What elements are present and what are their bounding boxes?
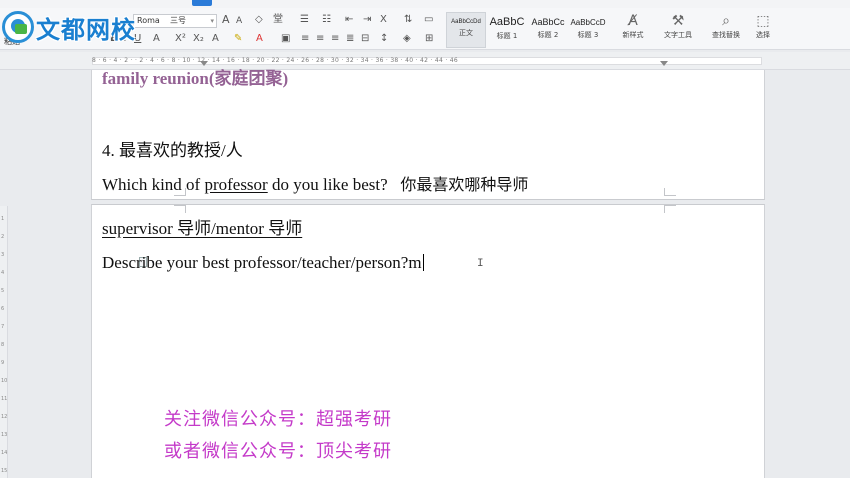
increase-indent-icon[interactable]: ⇥ [363, 14, 371, 26]
strikethrough-icon[interactable]: A [153, 33, 160, 45]
section-heading[interactable]: 4. 最喜欢的教授/人 [102, 136, 243, 161]
wendu-logo-icon [2, 11, 34, 43]
right-indent-marker[interactable] [660, 61, 668, 66]
align-center-icon[interactable]: ≡ [316, 33, 324, 45]
style-normal[interactable]: AaBbCcDd 正文 [446, 12, 486, 48]
text-effect-icon[interactable]: A [212, 33, 219, 45]
wendu-logo: 文都网校 [2, 10, 136, 44]
select-label: 选择 [756, 31, 770, 39]
show-marks-icon[interactable]: ▭ [424, 14, 433, 26]
text-tools-icon: ⚒ [671, 13, 685, 29]
vertical-ruler[interactable]: 1 2 3 4 5 6 7 8 9 10 11 12 13 14 15 [0, 206, 8, 478]
vocabulary-line[interactable]: supervisor 导师/mentor 导师 [102, 214, 302, 239]
vruler-mark: 6 [1, 306, 5, 312]
style-heading-3-label: 标题 3 [577, 31, 599, 39]
font-shrink-button[interactable]: A [236, 15, 242, 27]
vruler-mark: 5 [1, 288, 5, 294]
vruler-mark: 14 [1, 450, 8, 456]
sort-icon[interactable]: ⇅ [404, 14, 412, 26]
cut-off-text-line: family reunion(家庭团聚) [102, 69, 289, 88]
new-style-label: 新样式 [622, 31, 644, 39]
line-spacing-icon[interactable]: ↕ [380, 33, 388, 45]
question-suffix: do you like best? [267, 175, 388, 194]
vruler-mark: 8 [1, 342, 5, 348]
wechat-promo-line-2: 或者微信公众号：顶尖考研 [164, 441, 392, 462]
vruler-mark: 2 [1, 234, 5, 240]
question-translation: 你最喜欢哪种导师 [400, 175, 529, 194]
find-replace-label: 查找替换 [712, 31, 740, 39]
highlight-icon[interactable]: ✎ [234, 33, 242, 45]
align-right-icon[interactable]: ≡ [331, 33, 339, 45]
question-underlined-word: professor [204, 175, 268, 194]
vruler-mark: 13 [1, 432, 8, 438]
vruler-mark: 4 [1, 270, 5, 276]
text-tools-button[interactable]: ⚒ 文字工具 [658, 12, 698, 40]
align-left-icon[interactable]: ≡ [301, 33, 309, 45]
question-line[interactable]: Which kind of professor do you like best… [102, 171, 528, 195]
vruler-mark: 3 [1, 252, 5, 258]
menu-bar [0, 0, 850, 8]
style-normal-sample: AaBbCcDd [451, 19, 481, 25]
style-heading-2[interactable]: AaBbCc 标题 2 [528, 12, 568, 48]
vruler-mark: 10 [1, 378, 8, 384]
new-style-icon: A̸ [628, 13, 638, 29]
numbered-list-icon[interactable]: ☷ [322, 14, 331, 26]
select-button[interactable]: ⬚ 选择 [750, 12, 776, 40]
page-corner-mark [664, 188, 676, 196]
describe-text: Describe your best professor/teacher/per… [102, 253, 422, 272]
chevron-down-icon[interactable]: ▾ [210, 15, 214, 27]
wechat-promo-line-1: 关注微信公众号：超强考研 [164, 409, 392, 430]
tab-start-active[interactable] [192, 0, 212, 6]
font-name-combo[interactable]: Roma 三号 ▾ [133, 14, 217, 28]
style-heading-2-sample: AaBbCc [531, 17, 565, 27]
page-corner-mark [174, 205, 186, 213]
document-canvas: family reunion(家庭团聚) 4. 最喜欢的教授/人 Which k… [0, 69, 850, 478]
style-normal-label: 正文 [459, 29, 473, 37]
vruler-mark: 12 [1, 414, 8, 420]
decrease-indent-icon[interactable]: ⇤ [345, 14, 353, 26]
vruler-mark: 1 [1, 216, 5, 222]
char-border-icon[interactable]: ▣ [281, 33, 290, 45]
style-heading-1-label: 标题 1 [496, 32, 518, 40]
style-heading-3-sample: AaBbCcD [570, 18, 606, 27]
question-prefix: Which kind of [102, 175, 205, 194]
vruler-mark: 11 [1, 396, 8, 402]
search-icon: ⌕ [722, 13, 730, 29]
page-corner-mark [664, 205, 676, 213]
new-style-button[interactable]: A̸ 新样式 [616, 12, 650, 40]
style-heading-1-sample: AaBbC [489, 16, 525, 28]
style-heading-2-label: 标题 2 [537, 31, 559, 39]
justify-icon[interactable]: ≣ [346, 33, 354, 45]
vruler-mark: 7 [1, 324, 5, 330]
styles-gallery: AaBbCcDd 正文 AaBbC 标题 1 AaBbCc 标题 2 AaBbC… [446, 12, 608, 48]
borders-icon[interactable]: ⊞ [425, 33, 433, 45]
font-grow-button[interactable]: A [222, 14, 230, 26]
style-heading-3[interactable]: AaBbCcD 标题 3 [568, 12, 608, 48]
subscript-icon[interactable]: X₂ [193, 33, 204, 45]
mouse-ibeam-cursor: I [477, 258, 484, 270]
chinese-layout-icon[interactable]: X [380, 14, 387, 26]
select-icon: ⬚ [756, 13, 770, 29]
text-cursor [422, 254, 424, 271]
shading-icon[interactable]: ◈ [403, 33, 411, 45]
phonetic-icon[interactable]: 堂 [273, 14, 283, 26]
clear-format-icon[interactable]: ◇ [255, 14, 263, 26]
wendu-logo-text: 文都网校 [36, 15, 136, 44]
font-color-icon[interactable]: A [256, 33, 263, 45]
superscript-icon[interactable]: X² [175, 33, 186, 45]
style-heading-1[interactable]: AaBbC 标题 1 [487, 12, 527, 48]
vruler-mark: 9 [1, 360, 5, 366]
vruler-mark: 15 [1, 468, 8, 474]
describe-line[interactable]: Describe your best professor/teacher/per… [102, 253, 424, 273]
distributed-icon[interactable]: ⊟ [361, 33, 369, 45]
text-tools-label: 文字工具 [664, 31, 692, 39]
font-name-value: Roma [137, 16, 160, 25]
bullet-list-icon[interactable]: ☰ [300, 14, 309, 26]
find-replace-button[interactable]: ⌕ 查找替换 [706, 12, 746, 40]
font-size-value[interactable]: 三号 [170, 15, 186, 27]
